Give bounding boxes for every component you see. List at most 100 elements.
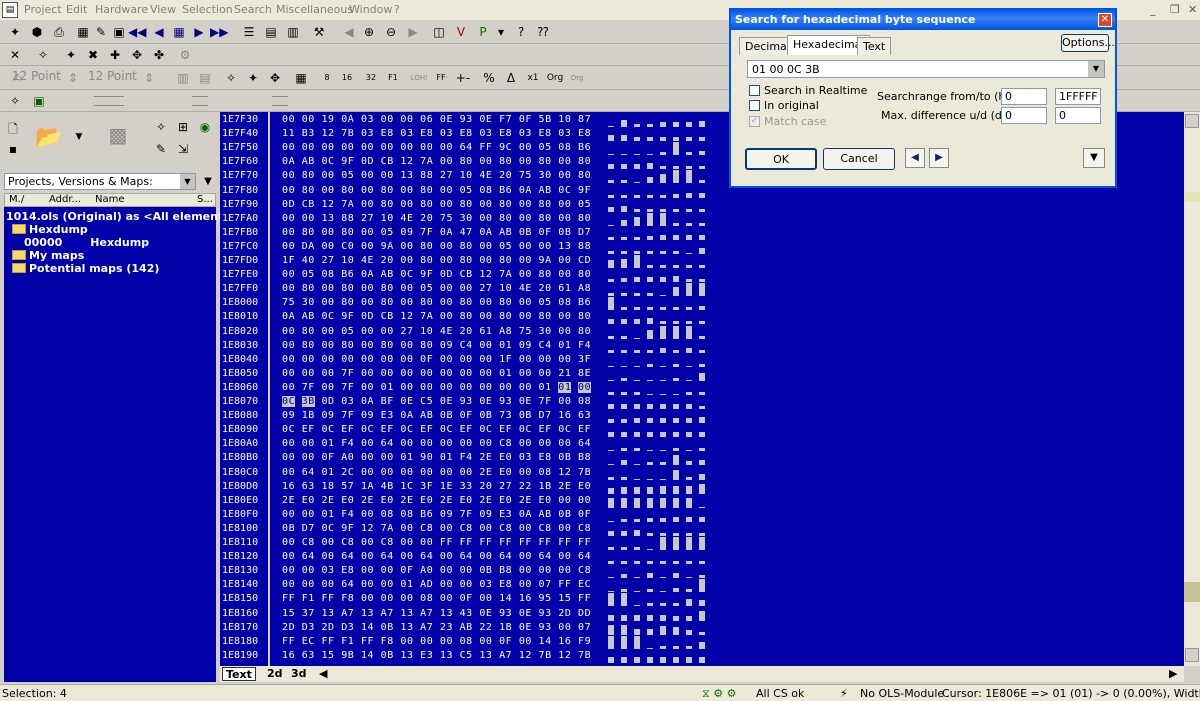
hex-byte[interactable]: 00 (400, 142, 413, 153)
hex-byte[interactable]: 0A (440, 227, 453, 238)
hex-byte[interactable]: 64 (460, 551, 473, 562)
hex-byte[interactable]: E8 (499, 579, 512, 590)
hex-byte[interactable]: F8 (341, 593, 354, 604)
hex-byte[interactable]: 00 (519, 297, 532, 308)
hex-byte[interactable]: 03 (341, 396, 354, 407)
hex-byte[interactable]: 80 (420, 297, 433, 308)
hex-byte[interactable]: EF (302, 424, 315, 435)
hex-byte[interactable]: 00 (361, 467, 374, 478)
hex-byte[interactable]: 0A (361, 396, 374, 407)
hex-byte[interactable]: 80 (578, 311, 591, 322)
map-find-icon[interactable]: ✤ (150, 46, 168, 64)
lohi-icon[interactable]: LOHI (410, 69, 428, 87)
tree-export-icon[interactable]: ⇲ (174, 140, 192, 158)
hex-byte[interactable]: C8 (381, 537, 394, 548)
hex-byte[interactable]: 05 (499, 241, 512, 252)
hex-byte[interactable]: 00 (321, 170, 334, 181)
hex-byte[interactable]: 0F (460, 593, 473, 604)
tree-item[interactable]: My maps (12, 249, 84, 262)
hex-byte[interactable]: 93 (499, 396, 512, 407)
map-settings-icon[interactable]: ⚙ (176, 46, 194, 64)
font-size-field[interactable]: 12 Point (12, 69, 61, 83)
range-to-input[interactable]: 1FFFFF (1055, 88, 1101, 105)
hex-byte[interactable]: 00 (519, 382, 532, 393)
hex-byte[interactable]: E0 (499, 467, 512, 478)
hex-byte[interactable]: 00 (519, 565, 532, 576)
hex-byte[interactable]: 00 (361, 326, 374, 337)
hex-byte[interactable]: E0 (578, 481, 591, 492)
hex-byte[interactable]: 00 (361, 579, 374, 590)
hex-byte[interactable]: 00 (519, 142, 532, 153)
hex-byte[interactable]: 9F (420, 269, 433, 280)
hex-byte[interactable]: 00 (440, 156, 453, 167)
hex-byte[interactable]: 00 (282, 579, 295, 590)
hex-bytes[interactable]: 00 64 00 64 00 64 00 64 00 64 00 64 00 6… (282, 551, 591, 562)
hex-byte[interactable]: 09 (282, 410, 295, 421)
hex-bytes[interactable]: 00 80 00 05 00 00 27 10 4E 20 61 A8 75 3… (282, 326, 591, 337)
hex-byte[interactable]: 63 (302, 481, 315, 492)
hex-byte[interactable]: 00 (558, 396, 571, 407)
hex-byte[interactable]: 80 (499, 213, 512, 224)
hex-byte[interactable]: 20 (420, 213, 433, 224)
hex-byte[interactable]: 09 (440, 509, 453, 520)
hex-byte[interactable]: 08 (381, 509, 394, 520)
hex-bytes[interactable]: 00 00 0F A0 00 00 01 90 01 F4 2E E0 03 E… (282, 452, 591, 463)
hex-byte[interactable]: 08 (420, 593, 433, 604)
hex-byte[interactable]: 00 (440, 311, 453, 322)
hex-byte[interactable]: 00 (282, 170, 295, 181)
app-icon[interactable]: ▤ (2, 2, 18, 18)
hex-byte[interactable]: 12 (558, 467, 571, 478)
cancel-button[interactable]: Cancel (823, 148, 895, 170)
map-remove-icon[interactable]: ✖ (84, 46, 102, 64)
hex-byte[interactable]: 00 (302, 509, 315, 520)
wizard-icon[interactable]: ✦ (6, 23, 24, 41)
hex-byte[interactable]: 80 (420, 199, 433, 210)
hex-byte[interactable]: 13 (361, 608, 374, 619)
hex-byte[interactable]: 09 (400, 227, 413, 238)
hex-byte[interactable]: EF (420, 424, 433, 435)
hex-byte[interactable]: 20 (381, 255, 394, 266)
hex-byte[interactable]: 08 (558, 297, 571, 308)
hex-byte[interactable]: 0B (558, 227, 571, 238)
hex-byte[interactable]: 0F (499, 636, 512, 647)
hex-byte[interactable]: EF (381, 424, 394, 435)
hex-byte[interactable]: 00 (578, 381, 592, 393)
hex-bytes[interactable]: 00 80 00 80 00 80 00 80 09 C4 00 01 09 C… (282, 340, 591, 351)
hex-byte[interactable]: FF (282, 636, 295, 647)
hex-byte[interactable]: FF (578, 593, 591, 604)
match-case-checkbox[interactable]: ✓ (749, 116, 760, 127)
sign-icon[interactable]: +- (454, 69, 472, 87)
hex-byte[interactable]: 00 (479, 354, 492, 365)
hex-byte[interactable]: 4B (381, 481, 394, 492)
hex-byte[interactable]: B6 (420, 509, 433, 520)
hex-byte[interactable]: E8 (499, 128, 512, 139)
hex-byte[interactable]: 12 (558, 650, 571, 661)
zoom-out-icon[interactable]: ⊖ (382, 23, 400, 41)
hex-byte[interactable]: 0B (381, 650, 394, 661)
hex-byte[interactable]: 03 (400, 128, 413, 139)
hex-byte[interactable]: 00 (460, 354, 473, 365)
hex-byte[interactable]: 0C (282, 396, 296, 407)
hex-byte[interactable]: 01 (499, 368, 512, 379)
hex-byte[interactable]: 00 (558, 622, 571, 633)
hex-byte[interactable]: 03 (440, 128, 453, 139)
zoom-in-icon[interactable]: ⊕ (360, 23, 378, 41)
hex-byte[interactable]: F4 (341, 509, 354, 520)
tool-b-icon[interactable]: ✦ (244, 69, 262, 87)
hex-byte[interactable]: 0A (282, 156, 295, 167)
hex-byte[interactable]: 00 (519, 438, 532, 449)
hex-byte[interactable]: 00 (302, 438, 315, 449)
hex-byte[interactable]: 01 (321, 467, 334, 478)
hex-byte[interactable]: 40 (302, 255, 315, 266)
hex-byte[interactable]: 00 (479, 438, 492, 449)
hex-byte[interactable]: 00 (400, 382, 413, 393)
scroll-down-button[interactable] (1185, 648, 1199, 662)
hex-byte[interactable]: 7F (341, 410, 354, 421)
hex-byte[interactable]: E0 (381, 495, 394, 506)
col-size[interactable]: S... (197, 194, 213, 205)
hex-byte[interactable]: 05 (460, 185, 473, 196)
hex-bytes[interactable]: 0B D7 0C 9F 12 7A 00 C8 00 C8 00 C8 00 C… (282, 523, 591, 534)
hex-byte[interactable]: 00 (321, 579, 334, 590)
hex-bytes[interactable]: 00 7F 00 7F 00 01 00 00 00 00 00 00 00 0… (282, 381, 592, 393)
hex-bytes[interactable]: 00 00 01 F4 00 64 00 00 00 00 00 C8 00 0… (282, 438, 591, 449)
